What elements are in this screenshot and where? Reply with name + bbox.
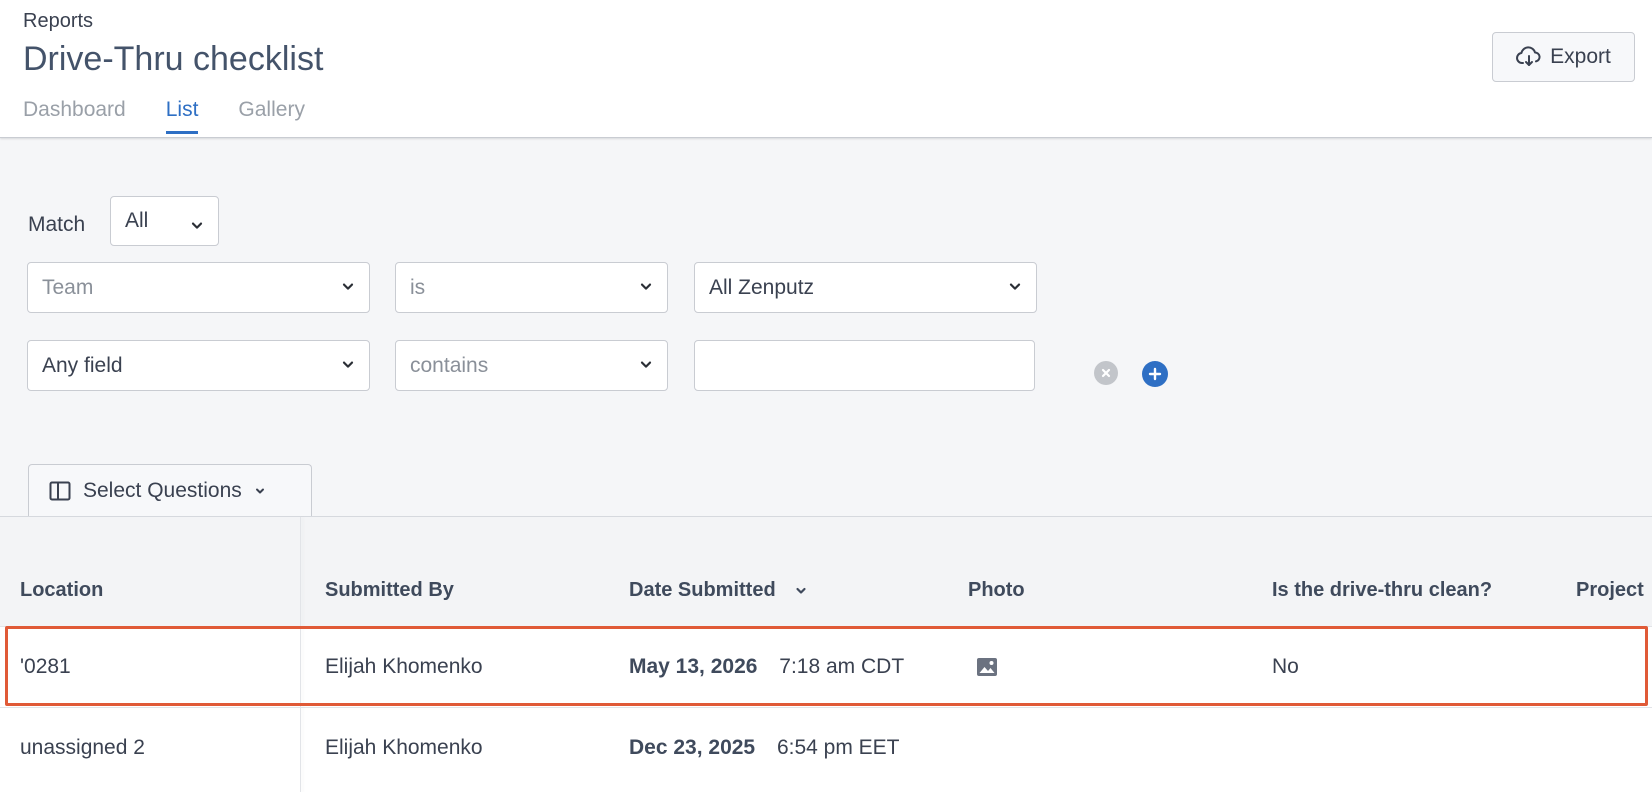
chevron-down-icon	[640, 283, 652, 290]
cell-submitted-by: Elijah Khomenko	[325, 655, 483, 678]
chevron-down-icon	[342, 361, 354, 368]
tab-list[interactable]: List	[165, 98, 198, 136]
tab-bar: Dashboard List Gallery	[23, 98, 305, 138]
column-header-submitted-by[interactable]: Submitted By	[325, 579, 454, 602]
filter-operator-select-2[interactable]: contains	[395, 340, 668, 391]
filter-field-select[interactable]: Team	[27, 262, 370, 313]
tab-gallery[interactable]: Gallery	[238, 98, 305, 136]
match-label: Match	[28, 213, 86, 236]
column-header-clean[interactable]: Is the drive-thru clean?	[1272, 579, 1492, 602]
filter-field-value-2: Any field	[42, 353, 123, 377]
cell-submitted-by: Elijah Khomenko	[325, 736, 483, 759]
cell-location: unassigned 2	[20, 736, 145, 759]
frozen-column-divider	[300, 517, 301, 792]
breadcrumb[interactable]: Reports	[23, 10, 93, 33]
export-button[interactable]: Export	[1492, 32, 1635, 82]
filter-value-select[interactable]: All Zenputz	[694, 262, 1037, 313]
cell-location: '0281	[20, 655, 71, 678]
filter-operator-value-2: contains	[410, 353, 489, 377]
cell-time: 7:18 am CDT	[779, 655, 905, 678]
cell-photo[interactable]	[976, 657, 998, 683]
results-table: Location Submitted By Date Submitted Pho…	[0, 516, 1652, 792]
page-title: Drive-Thru checklist	[23, 40, 324, 78]
filter-operator-value: is	[410, 275, 426, 299]
chevron-down-icon	[191, 222, 203, 229]
cloud-download-icon	[1516, 46, 1541, 66]
table-row[interactable]: '0281 Elijah Khomenko May 13, 2026 7:18 …	[0, 627, 1652, 708]
match-select-value: All	[125, 209, 149, 232]
chevron-down-icon	[342, 283, 354, 290]
cell-date-submitted: Dec 23, 2025 6:54 pm EET	[629, 736, 900, 760]
filter-operator-select[interactable]: is	[395, 262, 668, 313]
cell-date: May 13, 2026	[629, 655, 758, 678]
plus-icon	[1148, 367, 1162, 381]
table-header: Location Submitted By Date Submitted Pho…	[0, 517, 1652, 627]
remove-filter-button[interactable]	[1094, 361, 1118, 385]
table-row[interactable]: unassigned 2 Elijah Khomenko Dec 23, 202…	[0, 708, 1652, 792]
add-filter-button[interactable]	[1142, 361, 1168, 387]
match-select[interactable]: All	[110, 196, 219, 246]
cell-date: Dec 23, 2025	[629, 736, 756, 759]
select-questions-label: Select Questions	[83, 479, 242, 502]
tab-dashboard[interactable]: Dashboard	[23, 98, 126, 136]
cell-time: 6:54 pm EET	[776, 736, 900, 759]
column-header-date-submitted[interactable]: Date Submitted	[629, 579, 807, 602]
filter-value-text: All Zenputz	[709, 275, 815, 299]
select-questions-button[interactable]: Select Questions	[28, 464, 312, 517]
filter-field-value: Team	[42, 275, 94, 299]
column-header-project[interactable]: Project	[1576, 579, 1644, 602]
photo-icon[interactable]	[976, 657, 998, 677]
column-header-photo[interactable]: Photo	[968, 579, 1025, 602]
chevron-down-icon	[640, 361, 652, 368]
chevron-down-icon[interactable]	[795, 585, 807, 597]
filter-field-select-2[interactable]: Any field	[27, 340, 370, 391]
clear-icon	[1101, 368, 1111, 378]
chevron-down-icon	[255, 488, 264, 494]
filter-value-input[interactable]	[694, 340, 1035, 391]
columns-icon	[49, 481, 71, 501]
cell-date-submitted: May 13, 2026 7:18 am CDT	[629, 655, 904, 679]
cell-clean: No	[1272, 655, 1299, 678]
column-header-date-label: Date Submitted	[629, 579, 776, 601]
export-label: Export	[1550, 45, 1611, 68]
page-header: Reports Drive-Thru checklist Dashboard L…	[0, 0, 1652, 138]
chevron-down-icon	[1009, 283, 1021, 290]
column-header-location[interactable]: Location	[20, 579, 103, 602]
